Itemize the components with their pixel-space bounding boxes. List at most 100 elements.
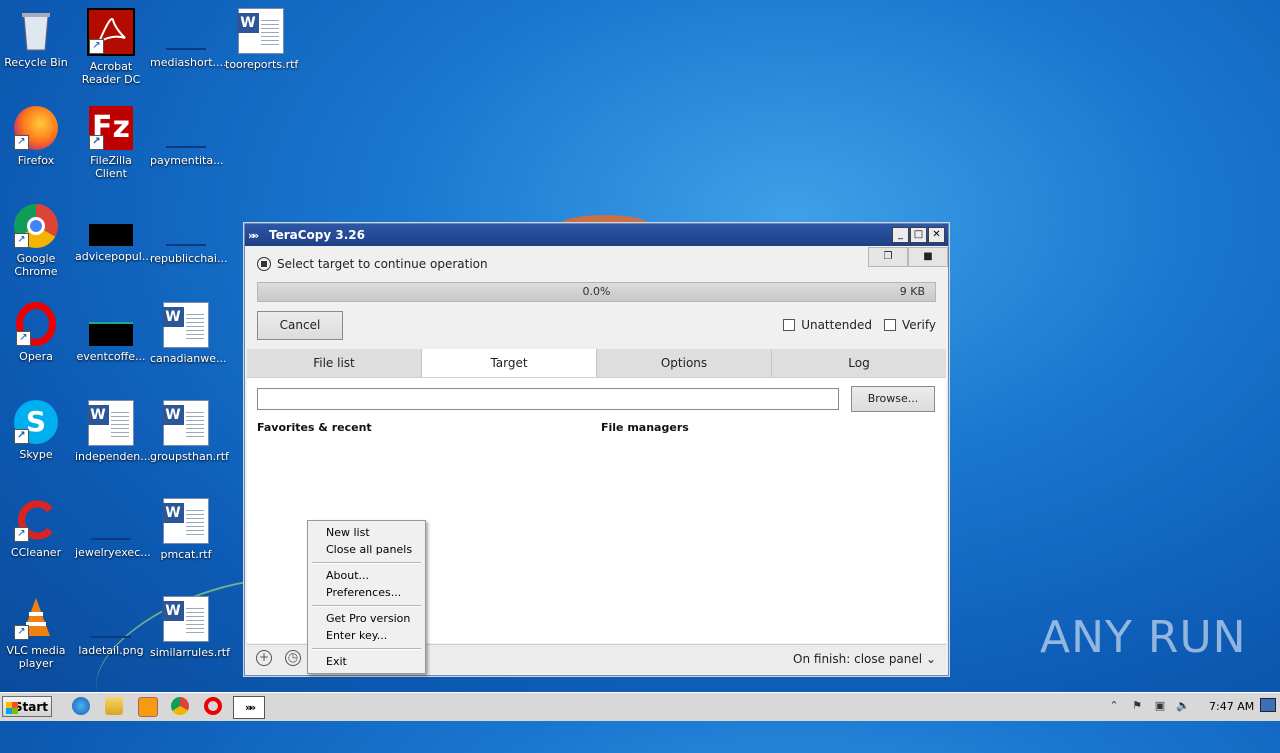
file-managers-heading: File managers (601, 421, 689, 434)
desktop-icon-paymentita[interactable]: paymentita... (150, 106, 224, 167)
teracopy-taskbar-button[interactable]: »» (233, 696, 265, 719)
desktop-icon-skype[interactable]: S ↗ Skype (0, 400, 72, 461)
window-controls: _ □ ✕ (892, 227, 945, 243)
progress-bar: 0.0% 9 KB (257, 282, 936, 302)
restore-panels-button[interactable]: ❐ (868, 247, 908, 267)
chrome-icon[interactable] (171, 697, 189, 715)
desktop-icon-label: independen... (75, 450, 151, 463)
shortcut-arrow-icon: ↗ (89, 135, 104, 150)
desktop-icon-chrome[interactable]: ↗ Google Chrome (0, 204, 72, 278)
status-line: Select target to continue operation (257, 257, 488, 271)
add-icon[interactable]: + (256, 650, 272, 666)
desktop-icon-label: eventcoffe... (76, 350, 146, 363)
clock[interactable]: 7:47 AM (1209, 700, 1254, 713)
desktop-icon-firefox[interactable]: ↗ Firefox (0, 106, 72, 167)
panel-control-buttons: ❐ ■ (868, 247, 948, 267)
anyrun-watermark: ANY RUN (1040, 612, 1247, 663)
checkbox-box[interactable] (883, 319, 896, 331)
menu-item-preferences[interactable]: Preferences... (326, 586, 401, 599)
tab-file-list[interactable]: File list (247, 349, 422, 377)
menu-item-exit[interactable]: Exit (326, 655, 347, 668)
tab-options[interactable]: Options (597, 349, 772, 377)
desktop-icon-ladetail[interactable]: ladetail.png (75, 596, 147, 657)
close-button[interactable]: ✕ (928, 227, 945, 243)
action-center-flag-icon[interactable]: ⚑ (1130, 699, 1144, 713)
blank-file-icon (164, 204, 208, 248)
on-finish-dropdown[interactable]: On finish: close panel ⌄ (793, 652, 936, 666)
shortcut-arrow-icon: ↗ (14, 527, 29, 542)
blank-file-icon (164, 106, 208, 150)
desktop-icon-label: republicchai... (150, 252, 228, 265)
desktop-icon-acrobat[interactable]: ↗ Acrobat Reader DC (75, 8, 147, 86)
menu-item-new-list[interactable]: New list (326, 526, 370, 539)
stop-button[interactable]: ■ (908, 247, 948, 267)
desktop-icon-filezilla[interactable]: Fz ↗ FileZilla Client (75, 106, 147, 180)
menu-item-close-all-panels[interactable]: Close all panels (326, 543, 412, 556)
desktop-icon-tooreports[interactable]: W tooreports.rtf (225, 8, 298, 71)
stop-status-icon (257, 257, 271, 271)
desktop-icon-ccleaner[interactable]: ↗ CCleaner (0, 498, 72, 559)
word-document-icon: W (162, 302, 209, 348)
teracopy-logo-icon: »» (248, 228, 259, 242)
word-document-icon: W (162, 596, 209, 642)
start-button[interactable]: Start (2, 696, 52, 717)
desktop-icon-canadianwe[interactable]: W canadianwe... (150, 302, 227, 365)
tab-target[interactable]: Target (422, 349, 597, 377)
history-clock-icon[interactable]: ◷ (285, 650, 301, 666)
desktop-icon-label: jewelryexec... (75, 546, 151, 559)
blank-file-icon (89, 498, 133, 542)
menu-item-enter-key[interactable]: Enter key... (326, 629, 387, 642)
context-menu: New list Close all panels About... Prefe… (307, 520, 426, 674)
file-explorer-icon[interactable] (105, 697, 123, 715)
desktop-icon-advicepopul[interactable]: advicepopul... (75, 204, 152, 263)
target-path-input[interactable] (257, 388, 839, 410)
chrome-icon: ↗ (14, 204, 58, 248)
desktop-icon-label: CCleaner (10, 546, 62, 559)
browse-button[interactable]: Browse... (851, 386, 935, 412)
desktop-icon-label: Recycle Bin (4, 56, 68, 69)
maximize-button[interactable]: □ (910, 227, 927, 243)
status-text: Select target to continue operation (277, 257, 488, 271)
desktop-icon-recycle-bin[interactable]: Recycle Bin (0, 8, 72, 69)
desktop-icon-similarrules[interactable]: W similarrules.rtf (150, 596, 230, 659)
desktop-icon-mediashort[interactable]: mediashort.... (150, 8, 227, 69)
word-document-icon: W (87, 400, 134, 446)
desktop-icon-label: mediashort.... (150, 56, 227, 69)
verify-label: Verify (901, 318, 936, 332)
unattended-checkbox[interactable]: Unattended (783, 318, 872, 332)
cancel-button[interactable]: Cancel (257, 311, 343, 340)
black-file-icon (89, 224, 133, 246)
menu-item-get-pro[interactable]: Get Pro version (326, 612, 410, 625)
show-desktop-button[interactable] (1260, 698, 1276, 712)
word-document-icon: W (237, 8, 284, 54)
network-icon[interactable]: ▣ (1153, 699, 1167, 713)
vlc-cone-icon: ↗ (14, 596, 58, 640)
favorites-heading: Favorites & recent (257, 421, 372, 434)
media-player-icon[interactable] (138, 697, 158, 717)
desktop-icon-pmcat[interactable]: W pmcat.rtf (150, 498, 222, 561)
internet-explorer-icon[interactable] (72, 697, 90, 715)
desktop-icon-label: groupsthan.rtf (150, 450, 229, 463)
recycle-bin-icon (14, 8, 58, 52)
desktop-icon-jewelryexec[interactable]: jewelryexec... (75, 498, 151, 559)
minimize-button[interactable]: _ (892, 227, 909, 243)
desktop-icon-label: Firefox (17, 154, 55, 167)
desktop-icon-eventcoffe[interactable]: eventcoffe... (75, 302, 147, 363)
desktop-icon-republicchai[interactable]: republicchai... (150, 204, 227, 265)
progress-size: 9 KB (899, 285, 925, 298)
ccleaner-icon: ↗ (14, 498, 58, 542)
opera-icon[interactable] (204, 697, 222, 715)
tab-log[interactable]: Log (772, 349, 946, 377)
checkbox-box[interactable] (783, 319, 796, 331)
desktop-icon-opera[interactable]: ↗ Opera (0, 302, 72, 363)
desktop-icon-independen[interactable]: W independen... (75, 400, 151, 463)
desktop-icon-label: Skype (19, 448, 53, 461)
verify-checkbox[interactable]: Verify (883, 318, 936, 332)
volume-icon[interactable]: 🔈 (1176, 699, 1190, 713)
tray-expand-icon[interactable]: ⌃ (1107, 699, 1121, 713)
menu-item-about[interactable]: About... (326, 569, 369, 582)
desktop-icon-vlc[interactable]: ↗ VLC media player (0, 596, 72, 670)
desktop-icon-groupsthan[interactable]: W groupsthan.rtf (150, 400, 229, 463)
skype-icon: S ↗ (14, 400, 58, 444)
title-bar[interactable]: »» TeraCopy 3.26 _ □ ✕ (245, 224, 948, 246)
